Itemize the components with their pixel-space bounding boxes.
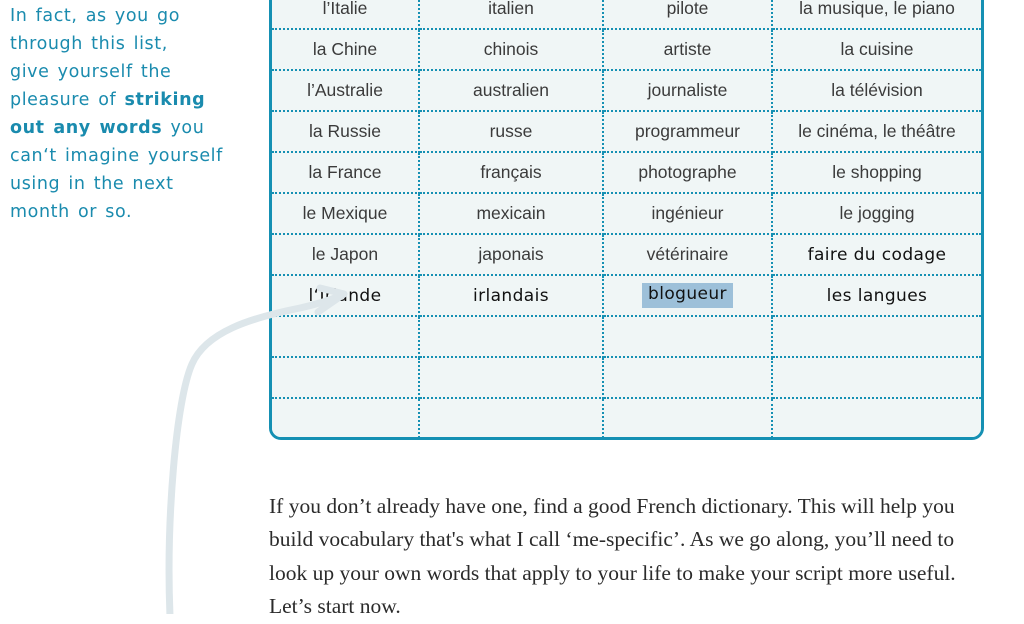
table-cell[interactable]: chinois <box>419 29 604 71</box>
table-row: la Russie russe programmeur le cinéma, le t… <box>272 111 981 153</box>
vocabulary-table: l’Italie italien pilote la musique, le pian… <box>272 0 981 437</box>
note-line: month or so. <box>10 198 260 226</box>
table-cell[interactable]: les langues <box>772 275 981 317</box>
table-row: le Mexique mexicain ingénieur le jogging <box>272 193 981 235</box>
table-cell[interactable]: français <box>419 152 604 194</box>
table-cell[interactable]: blogueur <box>603 275 773 317</box>
table-cell[interactable]: le cinéma, le théâtre <box>772 111 981 153</box>
highlighted-word[interactable]: blogueur <box>642 283 733 308</box>
table-cell[interactable]: l’Australie <box>272 70 420 112</box>
note-line: using in the next <box>10 170 260 198</box>
table-cell[interactable]: l‘Irlande <box>272 275 420 317</box>
table-cell[interactable]: la musique, le piano <box>772 0 981 30</box>
table-cell[interactable] <box>419 398 604 437</box>
table-cell[interactable] <box>272 398 420 437</box>
table-cell[interactable]: vétérinaire <box>603 234 773 276</box>
table-cell[interactable]: journaliste <box>603 70 773 112</box>
table-cell[interactable]: japonais <box>419 234 604 276</box>
table-cell[interactable] <box>419 316 604 358</box>
note-line: can‘t imagine yourself <box>10 142 260 170</box>
table-row <box>272 357 981 399</box>
table-row: l’Australie australien journaliste la télév… <box>272 70 981 112</box>
table-cell[interactable]: le shopping <box>772 152 981 194</box>
table-row: le Japon japonais vétérinaire faire du coda… <box>272 234 981 276</box>
table-cell[interactable]: photographe <box>603 152 773 194</box>
table-cell[interactable]: le Mexique <box>272 193 420 235</box>
table-cell[interactable]: l’Italie <box>272 0 420 30</box>
note-text: you <box>162 118 205 138</box>
table-row: la France français photographe le shopping <box>272 152 981 194</box>
note-text: give yourself the <box>10 62 172 82</box>
table-cell[interactable]: la cuisine <box>772 29 981 71</box>
note-text: month or so. <box>10 202 133 222</box>
note-line: out any words you <box>10 114 260 142</box>
handwritten-note: In fact, as you go through this list, give… <box>10 2 260 226</box>
table-cell[interactable]: russe <box>419 111 604 153</box>
table-cell[interactable]: australien <box>419 70 604 112</box>
table-cell[interactable]: la Russie <box>272 111 420 153</box>
table-cell[interactable] <box>603 316 773 358</box>
table-cell[interactable] <box>772 398 981 437</box>
table-cell[interactable]: la télévision <box>772 70 981 112</box>
table-cell[interactable]: irlandais <box>419 275 604 317</box>
note-text: through this list, <box>10 34 168 54</box>
note-line: give yourself the <box>10 58 260 86</box>
table-cell[interactable]: faire du codage <box>772 234 981 276</box>
table-cell[interactable]: le Japon <box>272 234 420 276</box>
vocabulary-table-body: l’Italie italien pilote la musique, le pian… <box>272 0 981 437</box>
body-paragraph: If you don’t already have one, find a go… <box>269 493 956 619</box>
note-line: In fact, as you go <box>10 2 260 30</box>
note-text: pleasure of <box>10 90 125 110</box>
table-cell[interactable] <box>419 357 604 399</box>
table-cell[interactable] <box>603 357 773 399</box>
note-emphasis: out any words <box>10 118 163 138</box>
vocabulary-table-container: l’Italie italien pilote la musique, le pian… <box>269 0 984 440</box>
table-row <box>272 398 981 437</box>
table-cell[interactable] <box>772 357 981 399</box>
table-cell[interactable]: mexicain <box>419 193 604 235</box>
note-emphasis: striking <box>124 90 206 110</box>
table-row: l‘Irlande irlandais blogueur les langues <box>272 275 981 317</box>
table-cell[interactable]: pilote <box>603 0 773 30</box>
table-cell[interactable]: la France <box>272 152 420 194</box>
table-cell[interactable]: artiste <box>603 29 773 71</box>
table-row: la Chine chinois artiste la cuisine <box>272 29 981 71</box>
table-cell[interactable]: ingénieur <box>603 193 773 235</box>
table-cell[interactable]: la Chine <box>272 29 420 71</box>
table-cell[interactable] <box>272 316 420 358</box>
table-row <box>272 316 981 358</box>
note-text: In fact, as you go <box>10 6 181 26</box>
table-cell[interactable] <box>772 316 981 358</box>
table-row: l’Italie italien pilote la musique, le pian… <box>272 0 981 30</box>
table-cell[interactable] <box>272 357 420 399</box>
note-line: through this list, <box>10 30 260 58</box>
note-text: using in the next <box>10 174 174 194</box>
note-text: can‘t imagine yourself <box>10 146 223 166</box>
note-line: pleasure of striking <box>10 86 260 114</box>
table-cell[interactable]: italien <box>419 0 604 30</box>
table-cell[interactable] <box>603 398 773 437</box>
table-cell[interactable]: le jogging <box>772 193 981 235</box>
table-cell[interactable]: programmeur <box>603 111 773 153</box>
